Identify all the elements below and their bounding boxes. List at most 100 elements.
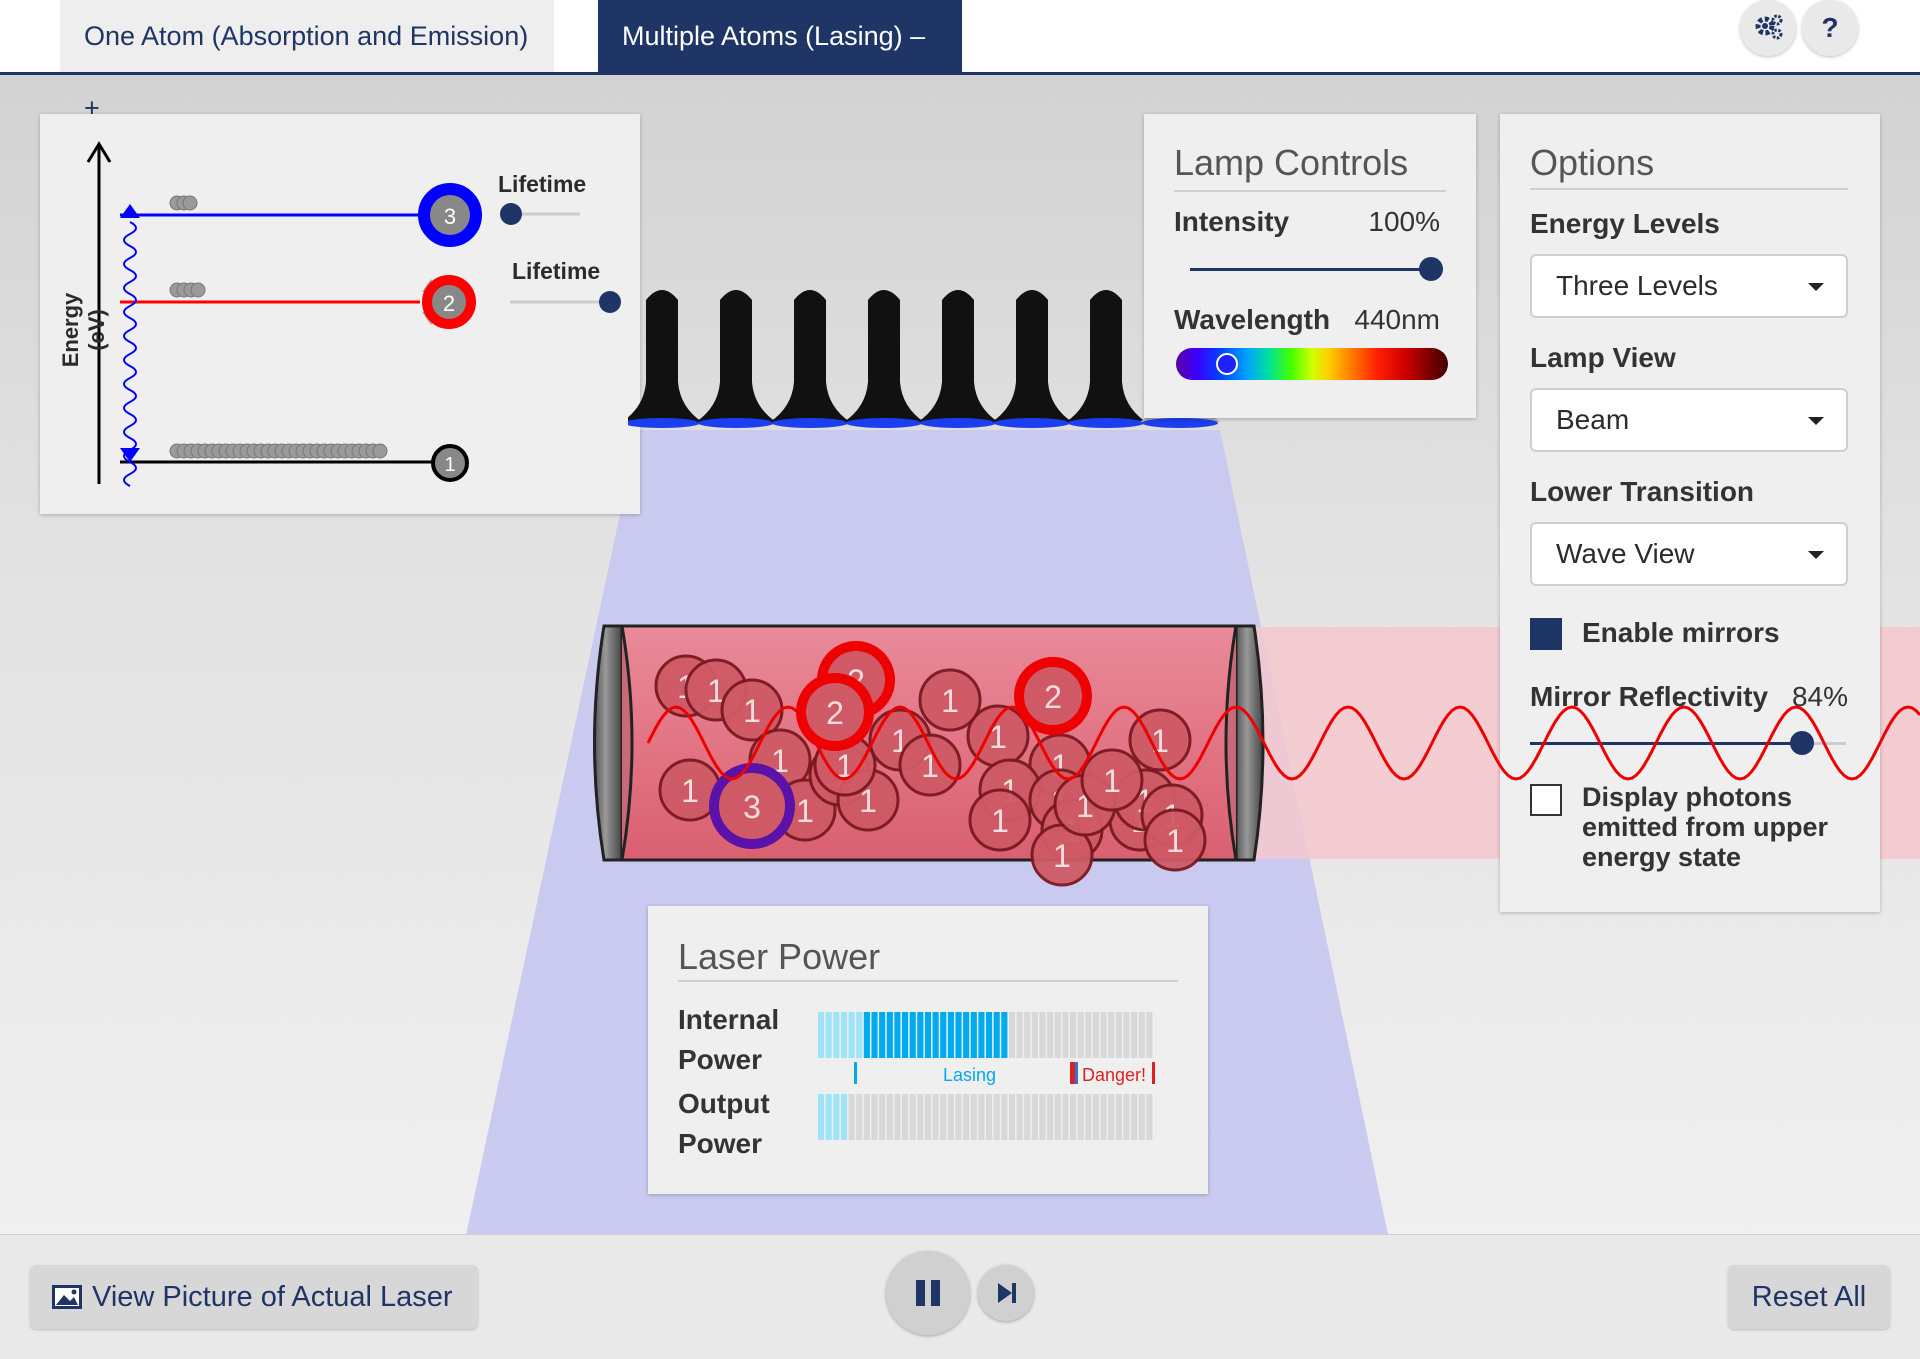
step-button[interactable] — [978, 1265, 1034, 1321]
power-segment — [825, 1012, 832, 1058]
power-segment — [909, 1094, 916, 1140]
power-segment — [924, 1094, 932, 1140]
output-power-meter — [818, 1094, 1153, 1140]
power-segment — [1001, 1094, 1008, 1140]
display-photons-label-line-1: Display photons — [1582, 782, 1793, 812]
mirror-reflectivity-label: Mirror Reflectivity — [1530, 681, 1769, 712]
lasing-label: Lasing — [943, 1065, 996, 1085]
power-segment — [963, 1094, 970, 1140]
bottom-bar: View Picture of Actual Laser Reset All — [0, 1234, 1920, 1359]
internal-power-label: Internal Power — [678, 1000, 779, 1080]
power-segment — [993, 1012, 1000, 1058]
output-power-label-line-2: Power — [678, 1128, 763, 1159]
power-segment — [902, 1094, 909, 1140]
reset-all-button[interactable]: Reset All — [1728, 1265, 1890, 1329]
power-segment — [1085, 1094, 1092, 1140]
display-photons-checkbox[interactable] — [1530, 784, 1562, 816]
reset-all-label: Reset All — [1751, 1281, 1867, 1313]
power-segment — [1085, 1012, 1092, 1058]
power-segment — [970, 1012, 977, 1058]
intensity-value: 100% — [1368, 206, 1440, 237]
display-photons-label: Display photons emitted from upper energ… — [1582, 782, 1828, 872]
power-segment — [978, 1012, 985, 1058]
power-segment — [1115, 1094, 1122, 1140]
danger-label: Danger! — [1082, 1065, 1146, 1085]
power-segment — [902, 1012, 909, 1058]
power-segment — [871, 1094, 878, 1140]
level-3-population — [169, 195, 198, 211]
laser-power-panel: Laser Power Internal Power Output Power … — [648, 906, 1208, 1194]
chevron-down-icon — [1808, 551, 1824, 559]
power-segment — [986, 1012, 993, 1058]
power-segment — [932, 1012, 939, 1058]
power-segment — [886, 1094, 893, 1140]
power-segment — [894, 1012, 901, 1058]
power-segment — [1039, 1012, 1046, 1058]
lamp — [770, 290, 850, 428]
wavelength-slider-thumb[interactable] — [1216, 353, 1238, 375]
lower-transition-dropdown[interactable]: Wave View — [1530, 522, 1848, 586]
power-segment — [1092, 1094, 1100, 1140]
lamp — [918, 290, 998, 428]
power-segment — [894, 1094, 901, 1140]
enable-mirrors-label: Enable mirrors — [1582, 617, 1780, 648]
power-segment — [1131, 1012, 1138, 1058]
power-segment — [1001, 1012, 1008, 1058]
power-segment — [886, 1012, 893, 1058]
enable-mirrors-checkbox[interactable] — [1530, 618, 1562, 650]
power-segment — [924, 1012, 932, 1058]
mirror-slider-thumb[interactable] — [1790, 731, 1814, 755]
power-segment — [863, 1094, 870, 1140]
power-segment — [833, 1094, 840, 1140]
power-segment — [833, 1012, 840, 1058]
power-segment — [1016, 1094, 1023, 1140]
mirror-reflectivity-slider[interactable] — [1530, 731, 1846, 768]
intensity-slider-track — [1190, 268, 1430, 271]
lifetime-slider-2-thumb — [599, 291, 621, 313]
power-segment — [848, 1012, 855, 1058]
lifetime-label-lower: Lifetime — [512, 258, 601, 284]
pause-icon — [916, 1280, 940, 1306]
power-segment — [1108, 1094, 1115, 1140]
power-segment — [932, 1094, 939, 1140]
internal-power-label-line-2: Power — [678, 1044, 763, 1075]
power-segment — [1024, 1094, 1031, 1140]
lamp-view-label: Lamp View — [1530, 342, 1676, 373]
power-segment — [1100, 1094, 1107, 1140]
image-icon — [52, 1285, 82, 1309]
lamp-view-value: Beam — [1556, 404, 1630, 435]
chevron-down-icon — [1808, 417, 1824, 425]
power-segment — [940, 1012, 947, 1058]
wavelength-slider[interactable] — [1174, 348, 1448, 382]
laser-power-title: Laser Power — [678, 936, 881, 977]
lamp — [628, 290, 702, 428]
power-segment — [1054, 1012, 1061, 1058]
intensity-slider[interactable] — [1174, 257, 1446, 294]
output-power-label-line-1: Output — [678, 1088, 770, 1119]
power-segment — [825, 1094, 832, 1140]
energy-axis-label: Energy (eV) — [58, 292, 109, 368]
pause-button[interactable] — [886, 1251, 970, 1335]
power-segment — [1146, 1094, 1153, 1140]
view-picture-button[interactable]: View Picture of Actual Laser — [30, 1265, 478, 1329]
power-segment — [947, 1012, 954, 1058]
energy-levels-dropdown[interactable]: Three Levels — [1530, 254, 1848, 318]
mirror-reflectivity-value: 84% — [1791, 681, 1848, 712]
power-segment — [1047, 1012, 1054, 1058]
options-panel: Options Energy Levels Three Levels Lamp … — [1500, 114, 1880, 912]
lamp-view-dropdown[interactable]: Beam — [1530, 388, 1848, 452]
power-segment — [818, 1012, 825, 1058]
power-segment — [856, 1094, 863, 1140]
power-segment — [1123, 1094, 1130, 1140]
pump-wave-arrow — [123, 221, 137, 487]
power-segment — [856, 1012, 863, 1058]
power-segment — [879, 1012, 886, 1058]
lamp — [1066, 290, 1146, 428]
power-segment — [1031, 1012, 1038, 1058]
power-segment — [963, 1012, 970, 1058]
power-segment — [879, 1094, 886, 1140]
power-segment — [1031, 1094, 1038, 1140]
power-segment — [1024, 1012, 1031, 1058]
intensity-slider-thumb[interactable] — [1419, 257, 1443, 281]
power-segment — [871, 1012, 878, 1058]
